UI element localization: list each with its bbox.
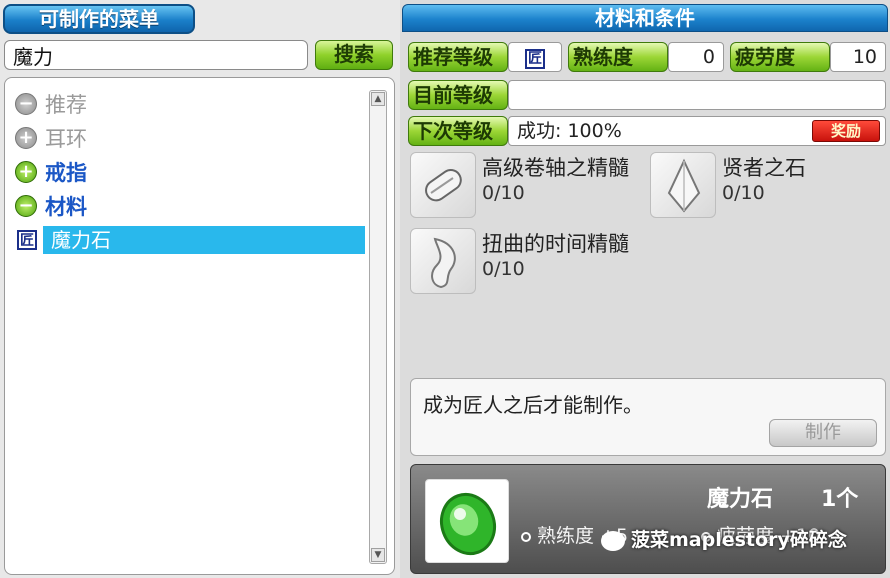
expand-icon[interactable]: + [15,161,37,183]
recipe-list-scrollbar[interactable]: ▲ ▼ [369,90,387,564]
watermark: 菠菜maplestory碎碎念 [601,525,847,552]
time-essence-icon [410,228,476,294]
result-quantity: 1个 [821,487,859,512]
material-item: 扭曲的时间精髓 0/10 [410,228,650,298]
bullet-icon [521,531,531,542]
search-input[interactable] [4,40,308,70]
proficiency-label: 熟练度 [568,42,668,72]
result-item-name: 魔力石 [707,487,774,512]
tree-category-label: 材料 [45,195,87,219]
recommend-level-label: 推荐等级 [408,42,508,72]
crafting-window: 可制作的菜单 搜索 − 推荐 + 耳环 + 戒指 − 材料 匠 魔力石 [0,0,890,578]
materials-panel-title: 材料和条件 [402,4,888,32]
artisan-badge-icon: 匠 [17,230,37,250]
watermark-text: 菠菜maplestory碎碎念 [631,529,847,551]
collapse-icon[interactable]: − [15,195,37,217]
mana-stone-icon [425,479,509,563]
scroll-up-icon[interactable]: ▲ [371,92,385,106]
craft-result-panel: 魔力石 1个 熟练度 +5 疲劳度 +10 菠菜maplestory碎碎念 [410,464,886,574]
tree-category-materials[interactable]: − 材料 [15,192,87,220]
current-level-label: 目前等级 [408,80,508,110]
expand-icon[interactable]: + [15,127,37,149]
material-item: 贤者之石 0/10 [650,152,890,222]
tree-category-label: 戒指 [45,161,87,185]
wechat-icon [601,530,625,551]
recommend-level-value: 匠 [508,42,562,72]
sage-stone-icon [650,152,716,218]
scroll-down-icon[interactable]: ▼ [371,548,385,562]
next-level-label: 下次等级 [408,116,508,146]
material-count: 0/10 [722,182,765,204]
material-name: 高级卷轴之精髓 [482,156,629,180]
search-button[interactable]: 搜索 [315,40,393,70]
tree-item-mana-stone[interactable]: 匠 魔力石 [17,226,365,254]
tree-category-rings[interactable]: + 戒指 [15,158,87,186]
material-count: 0/10 [482,258,525,280]
fatigue-value: 10 [830,42,886,72]
material-name: 贤者之石 [722,156,806,180]
tree-category-earrings[interactable]: + 耳环 [15,124,87,152]
material-item: 高级卷轴之精髓 0/10 [410,152,650,222]
material-count: 0/10 [482,182,525,204]
current-level-value [508,80,886,110]
recipe-list-panel: 可制作的菜单 搜索 − 推荐 + 耳环 + 戒指 − 材料 匠 魔力石 [0,0,398,578]
fatigue-label: 疲劳度 [730,42,830,72]
material-name: 扭曲的时间精髓 [482,232,629,256]
craft-requirement-text: 成为匠人之后才能制作。 [423,393,643,417]
tree-category-label: 推荐 [45,93,87,117]
craft-button[interactable]: 制作 [769,419,877,447]
craft-note-box: 成为匠人之后才能制作。 制作 [410,378,886,456]
recipe-tree: − 推荐 + 耳环 + 戒指 − 材料 匠 魔力石 ▲ ▼ [4,77,395,575]
reward-badge[interactable]: 奖励 [812,120,880,142]
proficiency-value: 0 [668,42,724,72]
scroll-essence-icon [410,152,476,218]
tree-category-recommend[interactable]: − 推荐 [15,90,87,118]
collapse-icon[interactable]: − [15,93,37,115]
selected-recipe-label: 魔力石 [43,226,365,254]
recipe-list-title: 可制作的菜单 [3,4,195,34]
success-rate-text: 成功: 100% [517,120,622,142]
artisan-badge-icon: 匠 [525,49,545,69]
materials-panel: 材料和条件 推荐等级 匠 熟练度 0 疲劳度 10 目前等级 下次等级 成功: … [400,0,890,578]
tree-category-label: 耳环 [45,127,87,151]
